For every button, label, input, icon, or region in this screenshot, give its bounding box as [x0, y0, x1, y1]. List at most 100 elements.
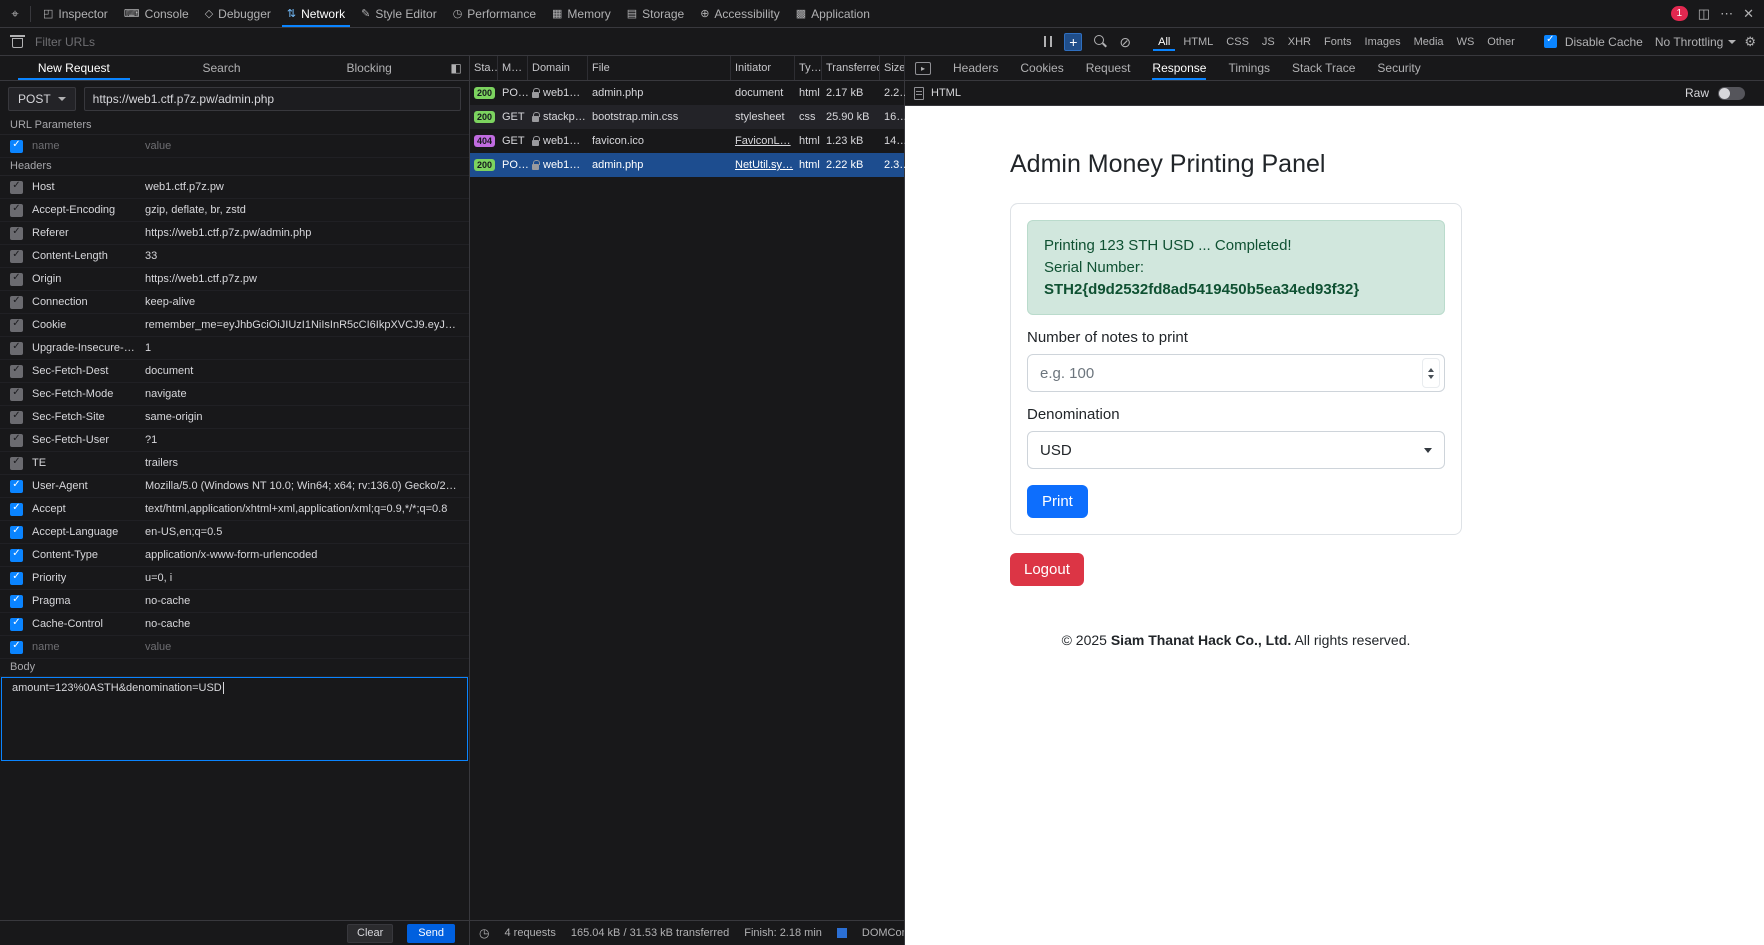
header-name[interactable]: Accept	[32, 503, 145, 515]
param-value-placeholder[interactable]: value	[145, 140, 459, 152]
element-picker-icon[interactable]: ⌖	[4, 6, 26, 22]
column-header[interactable]: Ty…	[795, 56, 822, 80]
url-param-row[interactable]: name value	[0, 135, 469, 158]
header-row[interactable]: Sec-Fetch-Site same-origin	[0, 406, 469, 429]
header-checkbox[interactable]	[10, 203, 23, 217]
param-checkbox[interactable]	[10, 139, 23, 153]
header-checkbox[interactable]	[10, 640, 23, 654]
new-header-row[interactable]: name value	[0, 636, 469, 659]
header-checkbox[interactable]	[10, 502, 23, 516]
denomination-select[interactable]: USD	[1027, 431, 1445, 470]
header-checkbox[interactable]	[10, 479, 23, 493]
pause-recording-icon[interactable]	[1044, 36, 1053, 47]
error-count-badge[interactable]: 1	[1670, 6, 1688, 21]
filter-type-button[interactable]: HTML	[1178, 33, 1218, 51]
header-row[interactable]: Priority u=0, i	[0, 567, 469, 590]
request-row[interactable]: 404 GET web1… favicon.ico FaviconL… html…	[470, 129, 905, 153]
header-value[interactable]: keep-alive	[145, 296, 459, 308]
header-checkbox[interactable]	[10, 226, 23, 240]
header-row[interactable]: Pragma no-cache	[0, 590, 469, 613]
header-checkbox[interactable]	[10, 341, 23, 355]
header-value[interactable]: 1	[145, 342, 459, 354]
header-name-placeholder[interactable]: name	[32, 641, 145, 653]
header-value[interactable]: en-US,en;q=0.5	[145, 526, 459, 538]
filter-type-button[interactable]: CSS	[1221, 33, 1254, 51]
header-name[interactable]: Content-Type	[32, 549, 145, 561]
header-name[interactable]: TE	[32, 457, 145, 469]
header-value[interactable]: no-cache	[145, 595, 459, 607]
header-checkbox[interactable]	[10, 387, 23, 401]
clear-requests-icon[interactable]	[10, 35, 25, 48]
header-checkbox[interactable]	[10, 249, 23, 263]
header-name[interactable]: Host	[32, 181, 145, 193]
header-row[interactable]: Accept text/html,application/xhtml+xml,a…	[0, 498, 469, 521]
header-name[interactable]: Accept-Language	[32, 526, 145, 538]
filter-type-button[interactable]: Images	[1360, 33, 1406, 51]
disable-cache-checkbox[interactable]	[1543, 34, 1557, 48]
details-tab[interactable]: Response	[1152, 56, 1207, 80]
header-value[interactable]: https://web1.ctf.p7z.pw	[145, 273, 459, 285]
header-row[interactable]: Origin https://web1.ctf.p7z.pw	[0, 268, 469, 291]
request-row[interactable]: 200 PO… web1… admin.php NetUtil.sy… html…	[470, 153, 905, 177]
devtools-tab[interactable]: ▦ Memory	[544, 0, 619, 27]
header-name[interactable]: User-Agent	[32, 480, 145, 492]
column-header[interactable]: Domain	[528, 56, 588, 80]
header-row[interactable]: Host web1.ctf.p7z.pw	[0, 176, 469, 199]
print-button[interactable]: Print	[1027, 485, 1088, 519]
header-value[interactable]: same-origin	[145, 411, 459, 423]
new-request-icon[interactable]: +	[1064, 32, 1083, 51]
header-name[interactable]: Cache-Control	[32, 618, 145, 630]
devtools-tab[interactable]: ✎ Style Editor	[353, 0, 445, 27]
header-value[interactable]: remember_me=eyJhbGciOiJIUzI1NiIsInR5cCI6…	[145, 319, 459, 331]
header-value-placeholder[interactable]: value	[145, 641, 459, 653]
header-value[interactable]: gzip, deflate, br, zstd	[145, 204, 459, 216]
devtools-tab[interactable]: ⊕ Accessibility	[692, 0, 788, 27]
header-row[interactable]: Content-Length 33	[0, 245, 469, 268]
filter-type-button[interactable]: WS	[1452, 33, 1480, 51]
timing-clock-icon[interactable]: ◷	[479, 926, 489, 940]
header-value[interactable]: no-cache	[145, 618, 459, 630]
header-checkbox[interactable]	[10, 525, 23, 539]
method-select[interactable]: POST	[8, 87, 76, 111]
dock-side-icon[interactable]: ◫	[1698, 6, 1710, 22]
header-value[interactable]: navigate	[145, 388, 459, 400]
filter-type-button[interactable]: Other	[1482, 33, 1520, 51]
header-name[interactable]: Referer	[32, 227, 145, 239]
details-tab[interactable]: Cookies	[1020, 56, 1063, 80]
header-value[interactable]: web1.ctf.p7z.pw	[145, 181, 459, 193]
column-header[interactable]: M…	[498, 56, 528, 80]
details-tab[interactable]: Timings	[1228, 56, 1270, 80]
editor-tab[interactable]: Search	[148, 56, 296, 80]
editor-tab[interactable]: New Request	[0, 56, 148, 80]
header-value[interactable]: application/x-www-form-urlencoded	[145, 549, 459, 561]
header-value[interactable]: 33	[145, 250, 459, 262]
header-checkbox[interactable]	[10, 548, 23, 562]
header-checkbox[interactable]	[10, 318, 23, 332]
header-name[interactable]: Pragma	[32, 595, 145, 607]
header-checkbox[interactable]	[10, 571, 23, 585]
header-row[interactable]: Sec-Fetch-Mode navigate	[0, 383, 469, 406]
header-row[interactable]: Accept-Language en-US,en;q=0.5	[0, 521, 469, 544]
header-checkbox[interactable]	[10, 433, 23, 447]
url-input[interactable]	[83, 87, 461, 111]
header-row[interactable]: Sec-Fetch-Dest document	[0, 360, 469, 383]
header-value[interactable]: u=0, i	[145, 572, 459, 584]
editor-tab[interactable]: Blocking	[295, 56, 443, 80]
header-checkbox[interactable]	[10, 594, 23, 608]
clear-button[interactable]: Clear	[347, 923, 394, 943]
devtools-tab[interactable]: ▩ Application	[788, 0, 878, 27]
header-checkbox[interactable]	[10, 295, 23, 309]
details-tab[interactable]: Stack Trace	[1292, 56, 1355, 80]
header-row[interactable]: Accept-Encoding gzip, deflate, br, zstd	[0, 199, 469, 222]
header-name[interactable]: Origin	[32, 273, 145, 285]
details-tab[interactable]: Request	[1086, 56, 1131, 80]
header-row[interactable]: Upgrade-Insecure-Re… 1	[0, 337, 469, 360]
column-header[interactable]: Initiator	[731, 56, 795, 80]
devtools-tab[interactable]: ⇅ Network	[279, 0, 353, 27]
settings-gear-icon[interactable]: ⚙	[1744, 34, 1756, 50]
details-tab[interactable]: Headers	[953, 56, 998, 80]
column-header[interactable]: Sta…	[470, 56, 498, 80]
header-checkbox[interactable]	[10, 617, 23, 631]
header-checkbox[interactable]	[10, 410, 23, 424]
devtools-tab[interactable]: ◷ Performance	[445, 0, 544, 27]
